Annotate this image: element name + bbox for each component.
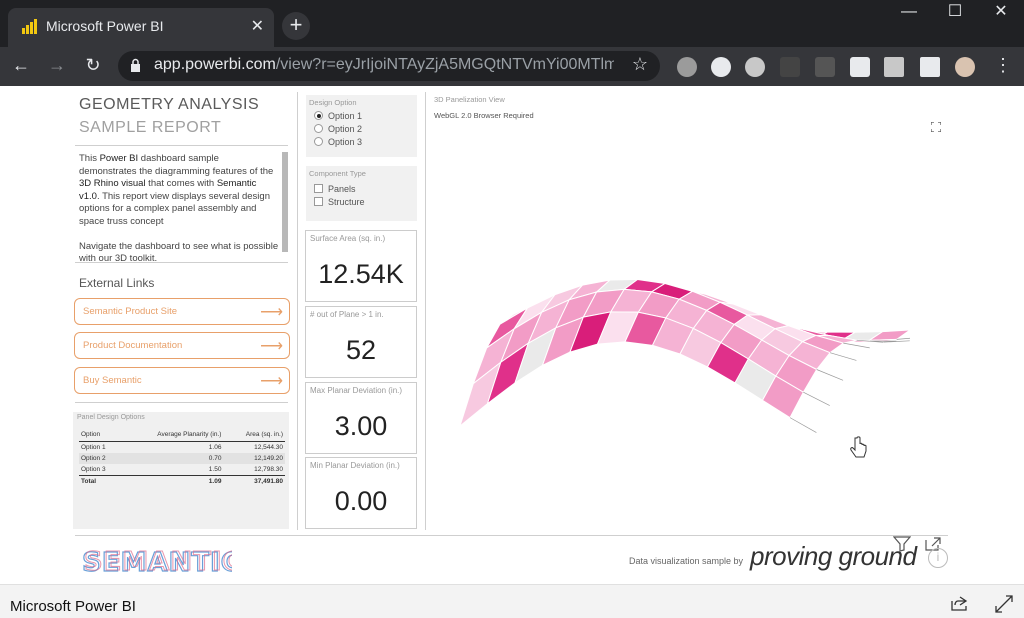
truss-member xyxy=(843,342,870,349)
footer-credit: Data visualization sample by xyxy=(629,556,744,566)
min-planar-deviation-card[interactable]: Min Planar Deviation (in.) 0.00 xyxy=(305,457,417,529)
truss-member xyxy=(803,391,830,406)
buy-semantic-button[interactable]: Buy Semantic ⟶ xyxy=(74,367,290,394)
viz-heading: 3D Panelization View xyxy=(434,95,505,104)
hand-cursor-icon xyxy=(850,436,867,458)
new-tab-button[interactable]: + xyxy=(282,12,310,40)
svg-text:SEMANTIC: SEMANTIC xyxy=(84,547,232,576)
max-planar-deviation-card[interactable]: Max Planar Deviation (in.) 3.00 xyxy=(305,382,417,454)
semantic-product-site-button[interactable]: Semantic Product Site ⟶ xyxy=(74,298,290,325)
share-icon[interactable] xyxy=(950,595,970,611)
extension-icon-3[interactable] xyxy=(745,57,765,77)
arrow-right-icon: ⟶ xyxy=(260,373,283,390)
info-icon[interactable]: i xyxy=(928,548,948,568)
avatar[interactable] xyxy=(955,57,975,77)
extension-icon-1[interactable] xyxy=(677,57,697,77)
component-type-slicer: Component Type Panels Structure xyxy=(306,166,417,221)
description-scrollbar[interactable] xyxy=(282,152,288,252)
fullscreen-icon[interactable] xyxy=(995,595,1013,613)
extensions-icon[interactable] xyxy=(920,57,940,77)
options-table: Option Average Planarity (in.) Area (sq.… xyxy=(79,428,285,487)
table-row[interactable]: Option 3 1.50 12,798.30 xyxy=(79,464,285,476)
extension-icon-5[interactable] xyxy=(815,57,835,77)
truss-member xyxy=(789,417,817,433)
powerbi-icon xyxy=(22,19,37,34)
report-canvas: GEOMETRY ANALYSIS SAMPLE REPORT This Pow… xyxy=(0,86,1024,584)
truss-member xyxy=(829,352,857,361)
browser-toolbar: ← → ↻ app.powerbi.com/view?r=eyJrIjoiNTA… xyxy=(0,47,1024,86)
out-of-plane-card[interactable]: # out of Plane > 1 in. 52 xyxy=(305,306,417,378)
truss-member xyxy=(816,369,844,381)
url-text: app.powerbi.com/view?r=eyJrIjoiNTAyZjA5M… xyxy=(154,56,614,73)
focus-mode-icon[interactable] xyxy=(931,122,941,132)
forward-icon[interactable]: → xyxy=(44,53,70,79)
table-row[interactable]: Option 1 1.06 12,544.30 xyxy=(79,442,285,454)
minimize-icon[interactable]: — xyxy=(886,0,932,30)
close-tab-icon[interactable]: ✕ xyxy=(251,16,264,36)
address-bar[interactable]: app.powerbi.com/view?r=eyJrIjoiNTAyZjA5M… xyxy=(118,51,660,81)
surface-area-card[interactable]: Surface Area (sq. in.) 12.54K xyxy=(305,230,417,302)
semantic-logo: SEMANTIC SEMANTIC xyxy=(82,547,232,577)
table-row[interactable]: Option 2 0.70 12,149.20 xyxy=(79,453,285,464)
option-1-radio[interactable]: Option 1 xyxy=(314,111,362,121)
back-icon[interactable]: ← xyxy=(8,53,34,79)
report-description: This Power BI dashboard sample demonstra… xyxy=(79,153,279,264)
viz-subtext: WebGL 2.0 Browser Required xyxy=(434,111,534,120)
browser-titlebar: Microsoft Power BI ✕ + — ☐ ✕ xyxy=(0,0,1024,47)
browser-tab[interactable]: Microsoft Power BI ✕ xyxy=(8,8,274,47)
extension-icon-4[interactable] xyxy=(780,57,800,77)
extension-icon-7[interactable] xyxy=(884,57,904,77)
app-footer-bar: Microsoft Power BI xyxy=(0,584,1024,618)
option-3-radio[interactable]: Option 3 xyxy=(314,137,362,147)
report-subtitle: SAMPLE REPORT xyxy=(79,119,222,136)
extension-icon-2[interactable] xyxy=(711,57,731,77)
maximize-icon[interactable]: ☐ xyxy=(932,0,978,30)
option-2-radio[interactable]: Option 2 xyxy=(314,124,362,134)
table-total-row: Total 1.09 37,491.80 xyxy=(79,475,285,487)
menu-icon[interactable]: ⋮ xyxy=(990,53,1016,79)
report-title: GEOMETRY ANALYSIS xyxy=(79,96,260,113)
arrow-right-icon: ⟶ xyxy=(260,304,283,321)
panels-checkbox[interactable]: Panels xyxy=(314,184,356,194)
extension-icon-6[interactable] xyxy=(850,57,870,77)
arrow-right-icon: ⟶ xyxy=(260,338,283,355)
app-title: Microsoft Power BI xyxy=(10,598,136,615)
lock-icon xyxy=(131,58,140,72)
product-documentation-button[interactable]: Product Documentation ⟶ xyxy=(74,332,290,359)
star-icon[interactable]: ☆ xyxy=(632,54,648,75)
filter-icon[interactable] xyxy=(893,536,911,552)
design-option-slicer: Design Option Option 1 Option 2 Option 3 xyxy=(306,95,417,157)
external-links-heading: External Links xyxy=(79,276,155,290)
3d-panelization-surface[interactable] xyxy=(450,196,910,466)
proving-ground-logo: proving ground xyxy=(750,541,917,571)
structure-checkbox[interactable]: Structure xyxy=(314,197,365,207)
tab-title: Microsoft Power BI xyxy=(46,18,164,34)
panel-design-options-table: Panel Design Options Option Average Plan… xyxy=(73,412,289,529)
close-window-icon[interactable]: ✕ xyxy=(978,0,1024,30)
reload-icon[interactable]: ↻ xyxy=(80,53,106,79)
